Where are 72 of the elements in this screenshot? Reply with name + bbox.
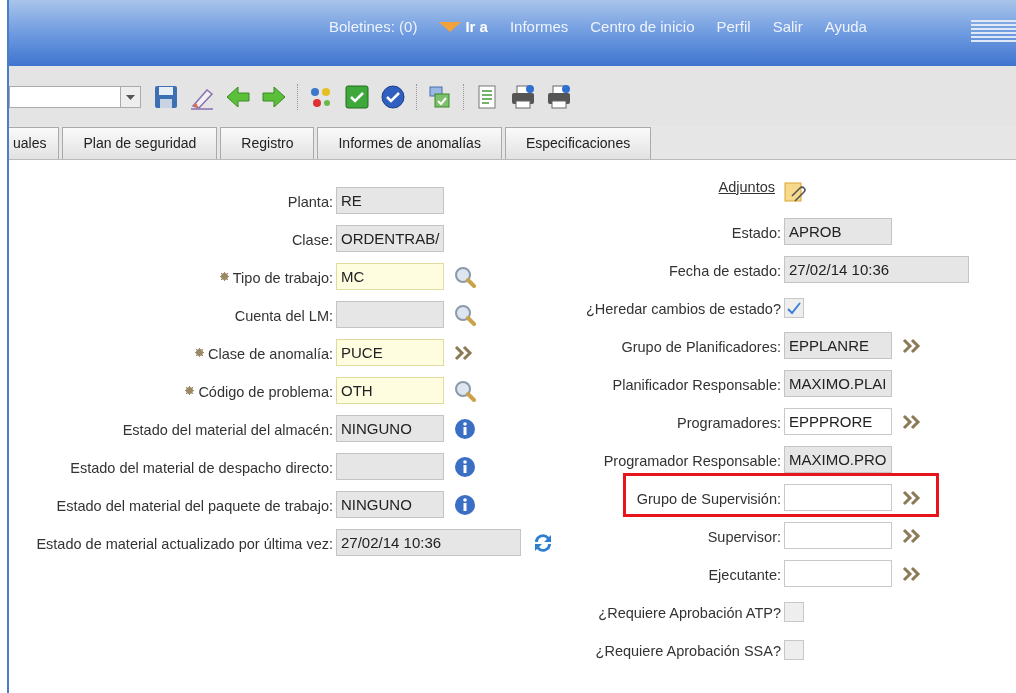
field-label: Código de problema: bbox=[198, 382, 333, 402]
field-label: ¿Heredar cambios de estado? bbox=[585, 299, 781, 319]
tab[interactable]: Informes de anomalías bbox=[317, 127, 502, 159]
checkbox-icon[interactable] bbox=[344, 84, 370, 110]
triangle-icon bbox=[439, 22, 462, 33]
tab[interactable]: Especificaciones bbox=[504, 127, 652, 159]
attachment-icon[interactable] bbox=[783, 179, 807, 204]
field-label: Grupo de Planificadores: bbox=[621, 337, 781, 357]
search-icon[interactable] bbox=[454, 265, 476, 288]
checkbox[interactable] bbox=[784, 639, 804, 660]
readonly-field: EPPLANRE bbox=[784, 332, 892, 359]
field-label: Estado del material del almacén: bbox=[122, 420, 333, 440]
field-label: Fecha de estado: bbox=[668, 261, 781, 281]
readonly-field: 27/02/14 10:36 bbox=[784, 256, 969, 283]
readonly-field: 27/02/14 10:36 bbox=[336, 529, 521, 556]
search-icon[interactable] bbox=[454, 379, 476, 402]
printer-icon[interactable] bbox=[546, 84, 572, 110]
field-label: Tipo de trabajo: bbox=[232, 268, 333, 288]
field-label: Programadores: bbox=[677, 413, 781, 433]
attachments-link[interactable]: Adjuntos bbox=[718, 176, 775, 199]
input-field[interactable]: EPPPRORE bbox=[784, 408, 892, 435]
search-icon[interactable] bbox=[454, 303, 476, 326]
info-icon[interactable] bbox=[454, 455, 476, 478]
field-label: Estado: bbox=[731, 223, 781, 243]
field-label: Cuenta del LM: bbox=[234, 306, 333, 326]
readonly-field: NINGUNO bbox=[336, 415, 444, 442]
readonly-field: RE bbox=[336, 187, 444, 214]
tab[interactable]: Plan de seguridad bbox=[62, 127, 218, 159]
info-icon[interactable] bbox=[454, 493, 476, 516]
logo-icon bbox=[971, 20, 1016, 42]
field-label: Programador Responsable: bbox=[603, 451, 781, 471]
field-label: Clase: bbox=[291, 230, 333, 250]
field-label: Clase de anomalía: bbox=[208, 344, 333, 364]
double-chevron-icon[interactable] bbox=[902, 337, 922, 354]
checkbox[interactable] bbox=[784, 297, 804, 318]
check-circle-icon[interactable] bbox=[380, 84, 406, 110]
input-field[interactable] bbox=[784, 484, 892, 511]
field-label: Planta: bbox=[287, 192, 333, 212]
back-arrow-icon[interactable] bbox=[225, 84, 251, 110]
checkbox[interactable] bbox=[784, 601, 804, 622]
readonly-field: MAXIMO.PLAI bbox=[784, 370, 892, 397]
tab[interactable]: uales bbox=[9, 127, 60, 159]
input-field[interactable]: MC bbox=[336, 263, 444, 290]
field-label: Estado del material del paquete de trabajo: bbox=[56, 496, 333, 516]
stack-icon[interactable] bbox=[427, 84, 453, 110]
dropdown-field[interactable] bbox=[9, 86, 141, 108]
input-field[interactable]: OTH bbox=[336, 377, 444, 404]
double-chevron-icon[interactable] bbox=[902, 527, 922, 544]
printer-icon[interactable] bbox=[510, 84, 536, 110]
double-chevron-icon[interactable] bbox=[902, 489, 922, 506]
field-label: ¿Requiere Aprobación SSA? bbox=[595, 641, 781, 661]
tab[interactable]: Registro bbox=[220, 127, 315, 159]
input-field[interactable] bbox=[784, 560, 892, 587]
input-field[interactable] bbox=[784, 522, 892, 549]
input-field[interactable]: PUCE bbox=[336, 339, 444, 366]
readonly-field: ORDENTRAB/ bbox=[336, 225, 444, 252]
field-label: Ejecutante: bbox=[708, 565, 781, 585]
field-label: Estado de material actualizado por última vez: bbox=[36, 534, 333, 554]
readonly-field: MAXIMO.PRO bbox=[784, 446, 892, 473]
double-chevron-icon[interactable] bbox=[902, 565, 922, 582]
field-label: Estado del material de despacho directo: bbox=[70, 458, 333, 478]
save-icon[interactable] bbox=[153, 84, 179, 110]
readonly-field: APROB bbox=[784, 218, 892, 245]
info-icon[interactable] bbox=[454, 417, 476, 440]
double-chevron-icon[interactable] bbox=[454, 344, 474, 361]
field-label: Planificador Responsable: bbox=[612, 375, 781, 395]
field-label: Supervisor: bbox=[707, 527, 781, 547]
field-label: ¿Requiere Aprobación ATP? bbox=[598, 603, 781, 623]
readonly-field: NINGUNO bbox=[336, 491, 444, 518]
forward-arrow-icon[interactable] bbox=[261, 84, 287, 110]
double-chevron-icon[interactable] bbox=[902, 413, 922, 430]
field-label: Grupo de Supervisión: bbox=[636, 489, 781, 509]
